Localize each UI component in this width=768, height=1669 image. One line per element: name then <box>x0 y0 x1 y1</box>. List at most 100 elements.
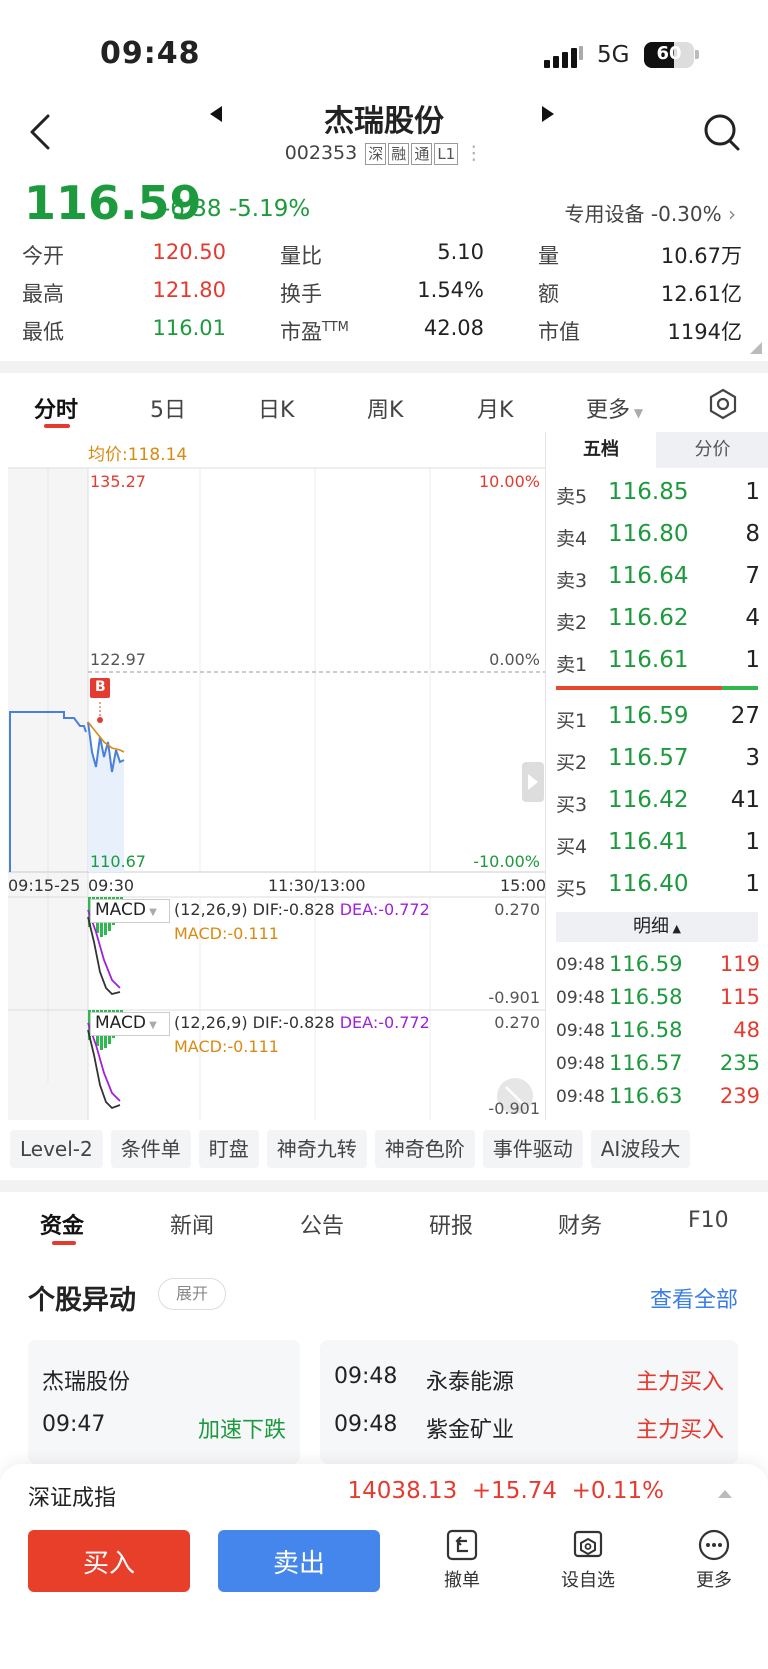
macd-values-2: (12,26,9) DIF:-0.828 DEA:-0.772 <box>174 1013 430 1032</box>
index-value: 14038.13 <box>347 1478 458 1504</box>
chip-event-driven[interactable]: 事件驱动 <box>482 1130 583 1168</box>
chip-magic-color[interactable]: 神奇色阶 <box>374 1130 475 1168</box>
avg-price-label: 均价:118.14 <box>88 445 188 465</box>
quote-row: 最低 116.01 市盈TTM 42.08 市值 1194亿 <box>0 316 768 354</box>
macd-bot-1: -0.901 <box>488 988 540 1007</box>
alert-time: 09:48 <box>334 1412 398 1437</box>
more-button[interactable]: 更多 <box>672 1528 756 1592</box>
tab-more[interactable]: 更多 ▼ <box>586 392 643 424</box>
tab-5day[interactable]: 5日 <box>150 392 186 424</box>
price-change: -6.38 -5.19% <box>162 196 310 222</box>
sell-row: 卖5 116.85 1 <box>556 479 760 508</box>
expand-corner-icon[interactable] <box>750 342 762 354</box>
x-label-open: 09:30 <box>88 876 135 895</box>
section-title: 个股异动 <box>28 1285 136 1316</box>
tab-research[interactable]: 研报 <box>429 1208 473 1240</box>
tab-five-levels[interactable]: 五档 <box>546 432 656 468</box>
next-stock-icon[interactable] <box>540 106 554 122</box>
chip-magic-nine[interactable]: 神奇九转 <box>266 1130 367 1168</box>
alert-event: 加速下跌 <box>197 1418 286 1443</box>
low-label: 最低 <box>22 320 64 344</box>
buy-marker: B <box>95 679 106 695</box>
chevron-right-icon: › <box>728 202 736 226</box>
buy-row: 买3 116.42 41 <box>556 787 760 816</box>
chip-level2[interactable]: Level-2 <box>10 1130 103 1168</box>
y-top-label: 135.27 <box>90 472 146 491</box>
watchlist-icon <box>573 1530 603 1558</box>
buy-row: 买2 116.57 3 <box>556 745 760 774</box>
trade-row: 09:48 116.58 48 <box>556 1018 760 1042</box>
trade-detail-toggle[interactable]: 明细 ▲ <box>556 912 758 942</box>
tab-price-dist[interactable]: 分价 <box>656 432 768 468</box>
mktcap-value: 1194亿 <box>667 320 742 344</box>
sell-row: 卖3 116.64 7 <box>556 563 760 592</box>
tab-announcements[interactable]: 公告 <box>300 1208 344 1240</box>
trade-row: 09:48 116.63 239 <box>556 1084 760 1108</box>
section-divider <box>0 1180 768 1192</box>
sell-button[interactable]: 卖出 <box>218 1530 380 1592</box>
chip-watch[interactable]: 盯盘 <box>198 1130 259 1168</box>
settings-icon[interactable] <box>708 388 738 420</box>
y-mid-label: 122.97 <box>90 650 146 669</box>
status-time: 09:48 <box>100 36 201 71</box>
alert-stock-name: 紫金矿业 <box>426 1418 515 1443</box>
sector-name: 专用设备 <box>564 202 645 226</box>
index-pct: +0.11% <box>571 1478 664 1504</box>
macd-top-2: 0.270 <box>494 1013 540 1032</box>
low-value: 116.01 <box>152 316 226 340</box>
index-name[interactable]: 深证成指 <box>28 1480 116 1512</box>
pe-value: 42.08 <box>423 316 484 340</box>
battery-cap <box>695 50 699 59</box>
high-value: 121.80 <box>152 278 226 302</box>
tab-f10[interactable]: F10 <box>688 1208 729 1233</box>
tab-daily-k[interactable]: 日K <box>258 392 294 424</box>
index-change: +15.74 <box>471 1478 558 1504</box>
volume-label: 量 <box>538 244 559 268</box>
stock-name: 杰瑞股份 <box>324 104 444 139</box>
sell-strength-bar <box>556 686 722 690</box>
tab-funds[interactable]: 资金 <box>40 1208 84 1240</box>
macd-select-1[interactable]: MACD ▼ <box>90 899 170 923</box>
sector-link[interactable]: 专用设备 -0.30% › <box>565 198 736 227</box>
change-pct: -5.19% <box>228 196 311 222</box>
tab-financials[interactable]: 财务 <box>558 1208 602 1240</box>
macd-value-1: MACD:-0.111 <box>174 924 279 943</box>
x-label-noon: 11:30/13:00 <box>268 876 366 895</box>
view-all-link[interactable]: 查看全部 <box>650 1282 738 1314</box>
caret-up-icon[interactable] <box>718 1490 732 1498</box>
add-watchlist-button[interactable]: 设自选 <box>546 1528 630 1592</box>
cancel-order-button[interactable]: 撤单 <box>420 1528 504 1592</box>
tab-news[interactable]: 新闻 <box>170 1208 214 1240</box>
tab-underline <box>52 1241 76 1245</box>
quote-row: 今开 120.50 量比 5.10 量 10.67万 <box>0 240 768 278</box>
tag-level: L1 <box>434 143 459 165</box>
search-icon[interactable] <box>702 112 742 154</box>
alert-event: 主力买入 <box>635 1370 724 1395</box>
tab-underline <box>44 424 70 428</box>
expand-button[interactable]: 展开 <box>158 1278 226 1310</box>
more-dots-icon[interactable]: ⋮ <box>464 142 483 164</box>
open-value: 120.50 <box>152 240 226 264</box>
trade-row: 09:48 116.58 115 <box>556 985 760 1009</box>
caret-up-icon: ▲ <box>669 922 681 935</box>
index-quote[interactable]: 14038.13 +15.74 +0.11% <box>348 1478 664 1504</box>
macd-select-2[interactable]: MACD ▼ <box>90 1012 170 1036</box>
alert-time: 09:47 <box>42 1412 106 1437</box>
chip-ai-band[interactable]: AI波段大 <box>590 1130 691 1168</box>
tab-intraday[interactable]: 分时 <box>34 392 78 424</box>
y-bot-label: 110.67 <box>90 852 146 871</box>
buy-button[interactable]: 买入 <box>28 1530 190 1592</box>
tab-weekly-k[interactable]: 周K <box>367 392 403 424</box>
chip-conditional-order[interactable]: 条件单 <box>110 1130 191 1168</box>
open-label: 今开 <box>22 244 64 268</box>
tab-monthly-k[interactable]: 月K <box>477 392 513 424</box>
alert-card-own[interactable]: 杰瑞股份 09:47 加速下跌 <box>28 1340 300 1464</box>
sell-row: 卖4 116.80 8 <box>556 521 760 550</box>
more-icon <box>698 1529 730 1561</box>
macd-top-1: 0.270 <box>494 900 540 919</box>
stock-code: 002353 <box>284 142 358 164</box>
alert-card-market[interactable]: 09:48 永泰能源 主力买入 09:48 紫金矿业 主力买入 <box>320 1340 738 1464</box>
stock-code-line: 002353 深融通 L1 ⋮ <box>0 142 768 165</box>
amount-label: 额 <box>538 282 559 306</box>
mktcap-label: 市值 <box>538 320 580 344</box>
